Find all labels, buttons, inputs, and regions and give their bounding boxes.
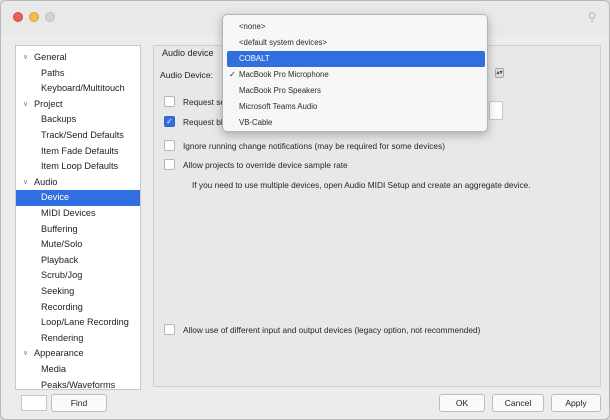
- checkbox-label: Allow projects to override device sample…: [183, 160, 348, 170]
- select-arrows-icon[interactable]: ▴▾: [495, 68, 504, 78]
- menu-item-label: MacBook Pro Microphone: [239, 70, 329, 79]
- sidebar-item-label: Item Fade Defaults: [41, 145, 119, 156]
- menu-item-default-system[interactable]: <default system devices>: [227, 35, 485, 51]
- checkbox[interactable]: [164, 140, 175, 151]
- sidebar-item-label: Loop/Lane Recording: [41, 317, 129, 328]
- menu-item-none[interactable]: <none>: [227, 19, 485, 35]
- cancel-button[interactable]: Cancel: [492, 394, 544, 412]
- sidebar-item-label: Peaks/Waveforms: [41, 379, 116, 390]
- checkbox-label: Request bl: [183, 117, 223, 127]
- sidebar-item-track-send-defaults[interactable]: Track/Send Defaults: [16, 128, 140, 144]
- section-label: Audio device: [162, 48, 214, 58]
- checkbox[interactable]: [164, 324, 175, 335]
- sidebar-item-label: Keyboard/Multitouch: [41, 83, 125, 94]
- find-input[interactable]: [21, 395, 47, 411]
- sidebar-item-label: Item Loop Defaults: [41, 161, 119, 172]
- sidebar-item-label: Paths: [41, 67, 65, 78]
- checkbox[interactable]: [164, 159, 175, 170]
- menu-item-label: Microsoft Teams Audio: [239, 102, 318, 111]
- chevron-down-icon[interactable]: ∨: [21, 50, 30, 66]
- sidebar-item-project[interactable]: ∨ Project: [16, 97, 140, 113]
- audio-device-dropdown-menu: <none> <default system devices> COBALT ✓…: [222, 14, 488, 132]
- sidebar-item-audio[interactable]: ∨ Audio: [16, 175, 140, 191]
- sidebar-item-label: Buffering: [41, 223, 78, 234]
- sidebar-item-label: General: [34, 52, 67, 62]
- audio-device-label: Audio Device:: [160, 70, 214, 80]
- sidebar-item-appearance[interactable]: ∨ Appearance: [16, 346, 140, 362]
- sidebar-item-playback[interactable]: Playback: [16, 253, 140, 269]
- sidebar-item-item-loop-defaults[interactable]: Item Loop Defaults: [16, 159, 140, 175]
- chevron-down-icon[interactable]: ∨: [21, 175, 30, 191]
- sidebar-item-general[interactable]: ∨ General: [16, 50, 140, 66]
- sidebar-item-label: Backups: [41, 114, 77, 125]
- sidebar-item-label: Seeking: [41, 286, 75, 296]
- checkbox-label: Allow use of different input and output …: [183, 325, 481, 335]
- menu-item-label: MacBook Pro Speakers: [239, 86, 321, 95]
- sidebar-item-seeking[interactable]: Seeking: [16, 284, 140, 300]
- checkbox-label: Request se: [183, 97, 225, 107]
- sidebar-item-label: Rendering: [41, 332, 84, 343]
- menu-item-label: <default system devices>: [239, 38, 327, 47]
- menu-item-macbook-speakers[interactable]: MacBook Pro Speakers: [227, 83, 485, 99]
- checkbox-label: Ignore running change notifications (may…: [183, 141, 445, 151]
- sidebar-item-label: Mute/Solo: [41, 239, 83, 250]
- checkmark-icon: ✓: [229, 70, 236, 79]
- find-button[interactable]: Find: [51, 394, 107, 412]
- sidebar-item-label: Audio: [34, 176, 58, 187]
- ok-button[interactable]: OK: [439, 394, 485, 412]
- sidebar-item-paths[interactable]: Paths: [16, 66, 140, 82]
- sidebar-item-backups[interactable]: Backups: [16, 112, 140, 128]
- pin-icon[interactable]: ⚲: [585, 10, 599, 24]
- preferences-sidebar: ∨ General Paths Keyboard/Multitouch ∨ Proj…: [15, 45, 141, 390]
- checkbox[interactable]: [164, 96, 175, 107]
- obscured-field[interactable]: [489, 101, 503, 120]
- chevron-down-icon[interactable]: ∨: [21, 97, 30, 113]
- sidebar-item-label: Project: [34, 98, 63, 109]
- sidebar-item-loop-lane-recording[interactable]: Loop/Lane Recording: [16, 315, 140, 331]
- sidebar-item-device[interactable]: Device: [16, 190, 140, 206]
- menu-item-vb-cable[interactable]: VB-Cable: [227, 115, 485, 131]
- menu-item-teams-audio[interactable]: Microsoft Teams Audio: [227, 99, 485, 115]
- sidebar-item-label: MIDI Devices: [41, 208, 96, 218]
- sidebar-item-label: Track/Send Defaults: [41, 130, 124, 140]
- menu-item-label: <none>: [239, 22, 266, 31]
- sidebar-item-mute-solo[interactable]: Mute/Solo: [16, 237, 140, 253]
- menu-item-label: VB-Cable: [239, 118, 273, 127]
- sidebar-item-label: Device: [41, 192, 70, 203]
- aggregate-device-hint: If you need to use multiple devices, ope…: [192, 180, 531, 190]
- sidebar-item-item-fade-defaults[interactable]: Item Fade Defaults: [16, 144, 140, 160]
- minimize-window-button[interactable]: [29, 12, 39, 22]
- sidebar-item-recording[interactable]: Recording: [16, 300, 140, 316]
- sidebar-item-midi-devices[interactable]: MIDI Devices: [16, 206, 140, 222]
- close-window-button[interactable]: [13, 12, 23, 22]
- menu-item-cobalt[interactable]: COBALT: [227, 51, 485, 67]
- sidebar-item-scrub-jog[interactable]: Scrub/Jog: [16, 268, 140, 284]
- sidebar-item-peaks-waveforms[interactable]: Peaks/Waveforms: [16, 378, 140, 390]
- menu-item-label: COBALT: [239, 54, 270, 63]
- preferences-window: ⚲ ∨ General Paths Keyboard/Multitouch ∨ Pr…: [0, 0, 610, 420]
- apply-button[interactable]: Apply: [551, 394, 601, 412]
- sidebar-item-label: Appearance: [34, 348, 84, 359]
- sidebar-item-label: Scrub/Jog: [41, 270, 83, 281]
- sidebar-item-rendering[interactable]: Rendering: [16, 331, 140, 347]
- checkmark-icon[interactable]: ✓: [164, 116, 175, 127]
- chevron-down-icon[interactable]: ∨: [21, 346, 30, 362]
- sidebar-item-label: Recording: [41, 301, 83, 312]
- menu-item-macbook-microphone[interactable]: ✓ MacBook Pro Microphone: [227, 67, 485, 83]
- zoom-window-button[interactable]: [45, 12, 55, 22]
- sidebar-item-media[interactable]: Media: [16, 362, 140, 378]
- sidebar-item-label: Playback: [41, 254, 79, 265]
- sidebar-item-buffering[interactable]: Buffering: [16, 222, 140, 238]
- sidebar-item-label: Media: [41, 364, 67, 374]
- sidebar-item-keyboard[interactable]: Keyboard/Multitouch: [16, 81, 140, 97]
